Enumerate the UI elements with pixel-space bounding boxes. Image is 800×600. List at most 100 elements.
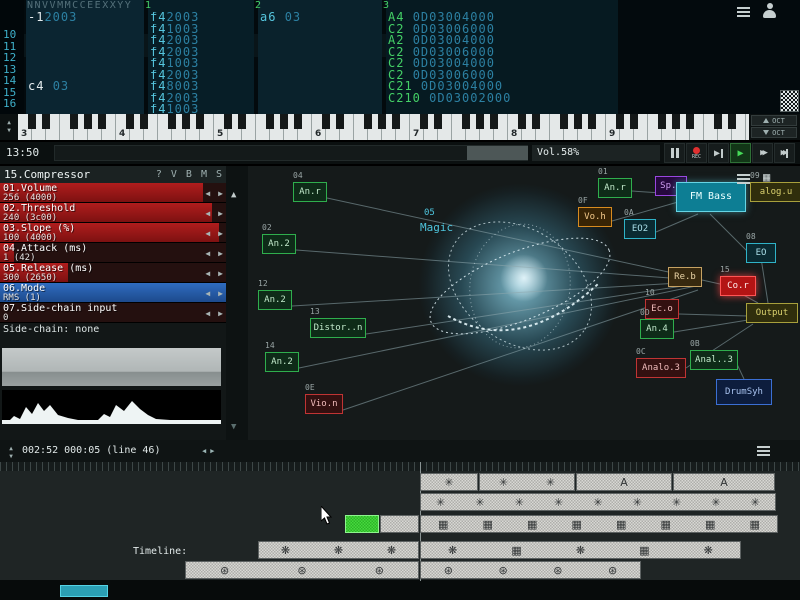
piano-black-key[interactable] [98, 114, 106, 129]
pattern-cell[interactable]: A4 0D03004000 [388, 12, 618, 24]
module-distor-n[interactable]: Distor..n [310, 318, 366, 338]
piano-black-key[interactable] [84, 114, 92, 129]
play-from-start-button[interactable]: ▶ [708, 143, 729, 163]
pattern-cell[interactable]: f41003 [150, 58, 254, 70]
panel-button-3[interactable]: M [201, 169, 207, 180]
pattern-cell[interactable]: C2 0D03006000 [388, 24, 618, 36]
pattern-cell[interactable] [28, 104, 144, 114]
pattern-cell[interactable]: f41003 [150, 24, 254, 36]
decrement-arrow-icon[interactable]: ◀ [205, 249, 210, 258]
piano-black-key[interactable] [462, 114, 470, 129]
decrement-arrow-icon[interactable]: ◀ [205, 309, 210, 318]
pattern-cell[interactable]: C210 0D03002000 [388, 93, 618, 105]
pattern-cell[interactable]: f42003 [150, 70, 254, 82]
controller-row[interactable]: 05.Release (ms)300 (2650)◀▶ [0, 263, 226, 283]
pattern-cell[interactable] [28, 70, 144, 82]
module-patch-area[interactable]: 04An.r02An.212An.213Distor..n14An.20EVio… [248, 166, 800, 440]
piano-black-key[interactable] [574, 114, 582, 129]
module-vio-n[interactable]: Vio.n [305, 394, 343, 414]
scroll-up-icon[interactable]: ▲ [231, 190, 236, 200]
timeline-minimap[interactable] [0, 580, 800, 600]
piano-black-key[interactable] [518, 114, 526, 129]
piano-black-key[interactable] [392, 114, 400, 129]
timeline-pattern-block[interactable]: ✳ [420, 473, 478, 491]
piano-black-key[interactable] [476, 114, 484, 129]
piano-black-key[interactable] [532, 114, 540, 129]
tracker-track-1[interactable]: -12003c4 03 [26, 0, 144, 114]
module-alog-u[interactable]: alog.u [750, 182, 800, 202]
piano-black-key[interactable] [434, 114, 442, 129]
piano-black-key[interactable] [140, 114, 148, 129]
pattern-cell[interactable]: f48003 [150, 81, 254, 93]
panel-splitter[interactable]: ▲ ▼ [226, 166, 248, 440]
magic-module[interactable]: Magic [420, 221, 453, 234]
song-progress-bar[interactable] [54, 145, 528, 161]
module-anal-3[interactable]: Anal..3 [690, 350, 738, 370]
piano-black-key[interactable] [420, 114, 428, 129]
piano-black-key[interactable] [560, 114, 568, 129]
piano-black-key[interactable] [168, 114, 176, 129]
record-button[interactable]: REC [686, 143, 707, 163]
module-eo2[interactable]: EO2 [624, 219, 656, 239]
minimap-view-block[interactable] [60, 585, 108, 597]
pattern-cell[interactable] [28, 24, 144, 36]
piano-black-key[interactable] [266, 114, 274, 129]
piano-black-key[interactable] [126, 114, 134, 129]
increment-arrow-icon[interactable]: ▶ [218, 229, 223, 238]
piano-black-key[interactable] [686, 114, 694, 129]
increment-arrow-icon[interactable]: ▶ [218, 209, 223, 218]
piano-black-key[interactable] [588, 114, 596, 129]
increment-arrow-icon[interactable]: ▶ [218, 249, 223, 258]
timeline-pattern-block[interactable]: ▦▦▦▦▦▦▦▦ [420, 515, 778, 533]
controller-row[interactable]: 02.Threshold240 (3c00)◀▶ [0, 203, 226, 223]
module-analo-3[interactable]: Analo.3 [636, 358, 686, 378]
pattern-cell[interactable] [260, 93, 382, 105]
octave-down-button[interactable]: OCT [751, 127, 797, 138]
controller-row[interactable]: 06.ModeRMS (1)◀▶ [0, 283, 226, 303]
timeline-pattern-block[interactable]: ⊛⊛⊛⊛ [420, 561, 641, 579]
module-an-r[interactable]: An.r [598, 178, 632, 198]
piano-black-key[interactable] [238, 114, 246, 129]
module-an-2[interactable]: An.2 [258, 290, 292, 310]
timeline-pattern-block[interactable] [380, 515, 419, 533]
piano-black-key[interactable] [714, 114, 722, 129]
pattern-rows[interactable]: f42003f41003f42003f42003f41003f42003f480… [150, 12, 254, 114]
piano-black-key[interactable] [490, 114, 498, 129]
pattern-rows[interactable]: a6 03 [260, 12, 382, 114]
piano-black-key[interactable] [224, 114, 232, 129]
increment-arrow-icon[interactable]: ▶ [218, 269, 223, 278]
panel-button-4[interactable]: S [216, 169, 222, 180]
pattern-cell[interactable] [260, 70, 382, 82]
pause-button[interactable] [664, 143, 685, 163]
pattern-cell[interactable]: -12003 [28, 12, 144, 24]
scroll-down-icon[interactable]: ▼ [231, 422, 236, 432]
side-chain-status[interactable]: Side-chain: none [0, 323, 226, 337]
pattern-cell[interactable]: a6 03 [260, 12, 382, 24]
timeline-pattern-block[interactable]: ✳✳ [479, 473, 575, 491]
piano-black-key[interactable] [658, 114, 666, 129]
piano-keyboard[interactable]: 3456789 [18, 114, 749, 140]
module-co-r[interactable]: Co.r [720, 276, 756, 296]
controller-row[interactable]: 03.Slope (%)100 (4000)◀▶ [0, 223, 226, 243]
pattern-cell[interactable] [260, 47, 382, 59]
main-menu-icon[interactable] [737, 7, 751, 19]
module-an-r[interactable]: An.r [293, 182, 327, 202]
piano-black-key[interactable] [196, 114, 204, 129]
module-an-4[interactable]: An.4 [640, 319, 674, 339]
decrement-arrow-icon[interactable]: ◀ [205, 269, 210, 278]
pattern-cell[interactable]: f42003 [150, 12, 254, 24]
pattern-cell[interactable]: A2 0D03004000 [388, 35, 618, 47]
tracker-track-3[interactable]: 2a6 03 [258, 0, 382, 114]
panel-button-0[interactable]: ? [156, 169, 162, 180]
pattern-cell[interactable]: f42003 [150, 35, 254, 47]
pattern-cell[interactable] [28, 58, 144, 70]
pattern-cell[interactable] [260, 104, 382, 114]
tracker-track-2[interactable]: 1f42003f41003f42003f42003f41003f42003f48… [148, 0, 254, 114]
volume-control[interactable]: Vol.58% [532, 145, 660, 161]
timeline-pattern-block[interactable]: ❋▦❋▦❋ [420, 541, 741, 559]
piano-black-key[interactable] [672, 114, 680, 129]
pattern-cell[interactable]: f41003 [150, 104, 254, 114]
module-drumsyh[interactable]: DrumSyh [716, 379, 772, 405]
pattern-rows[interactable]: -12003c4 03 [28, 12, 144, 114]
tracker-track-4[interactable]: 3A4 0D03004000C2 0D03006000A2 0D03004000… [386, 0, 618, 114]
